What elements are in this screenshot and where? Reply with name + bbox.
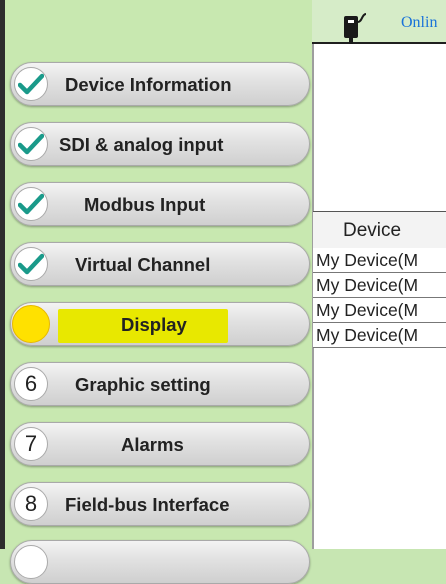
connection-bar-divider	[312, 42, 446, 44]
device-cell: My Device(M	[316, 275, 419, 295]
step-label: Device Information	[65, 74, 232, 95]
active-step-dot	[12, 305, 50, 343]
step-virtual-channel[interactable]: Virtual Channel	[10, 242, 310, 286]
step-label: Field-bus Interface	[65, 494, 230, 515]
device-cell: My Device(M	[316, 250, 419, 270]
table-row[interactable]: My Device(M	[313, 248, 446, 273]
table-header: Device	[313, 211, 446, 249]
step-label: SDI & analog input	[59, 134, 224, 155]
table-row[interactable]: My Device(M	[313, 298, 446, 323]
check-icon	[18, 133, 44, 155]
step-badge	[14, 247, 48, 281]
table-row[interactable]: My Device(M	[313, 323, 446, 348]
device-cell: My Device(M	[316, 300, 419, 320]
step-badge	[14, 67, 48, 101]
step-sdi-analog-input[interactable]: SDI & analog input	[10, 122, 310, 166]
column-header-device[interactable]: Device	[343, 220, 401, 242]
step-modbus-input[interactable]: Modbus Input	[10, 182, 310, 226]
step-next-partial[interactable]	[10, 540, 310, 584]
check-icon	[18, 73, 44, 95]
step-label: Modbus Input	[84, 194, 206, 215]
step-badge: 6	[14, 367, 48, 401]
check-icon	[18, 193, 44, 215]
step-badge: 8	[14, 487, 48, 521]
table-row[interactable]: My Device(M	[313, 273, 446, 298]
step-number: 6	[24, 371, 38, 396]
step-number: 8	[24, 491, 38, 516]
plug-icon	[344, 13, 366, 44]
device-cell: My Device(M	[316, 325, 419, 345]
step-badge: 7	[14, 427, 48, 461]
step-device-information[interactable]: Device Information	[10, 62, 310, 106]
step-label: Graphic setting	[75, 374, 211, 395]
step-badge	[14, 127, 48, 161]
step-field-bus-interface[interactable]: 8 Field-bus Interface	[10, 482, 310, 526]
step-display[interactable]: Display	[10, 302, 310, 346]
step-graphic-setting[interactable]: 6 Graphic setting	[10, 362, 310, 406]
step-badge	[14, 187, 48, 221]
step-label: Virtual Channel	[75, 254, 211, 275]
step-label: Display	[121, 314, 187, 335]
step-number: 7	[24, 431, 38, 456]
check-icon	[18, 253, 44, 275]
step-label: Alarms	[121, 434, 184, 455]
step-alarms[interactable]: 7 Alarms	[10, 422, 310, 466]
connection-status-text: Onlin	[401, 14, 438, 31]
step-badge	[14, 545, 48, 579]
